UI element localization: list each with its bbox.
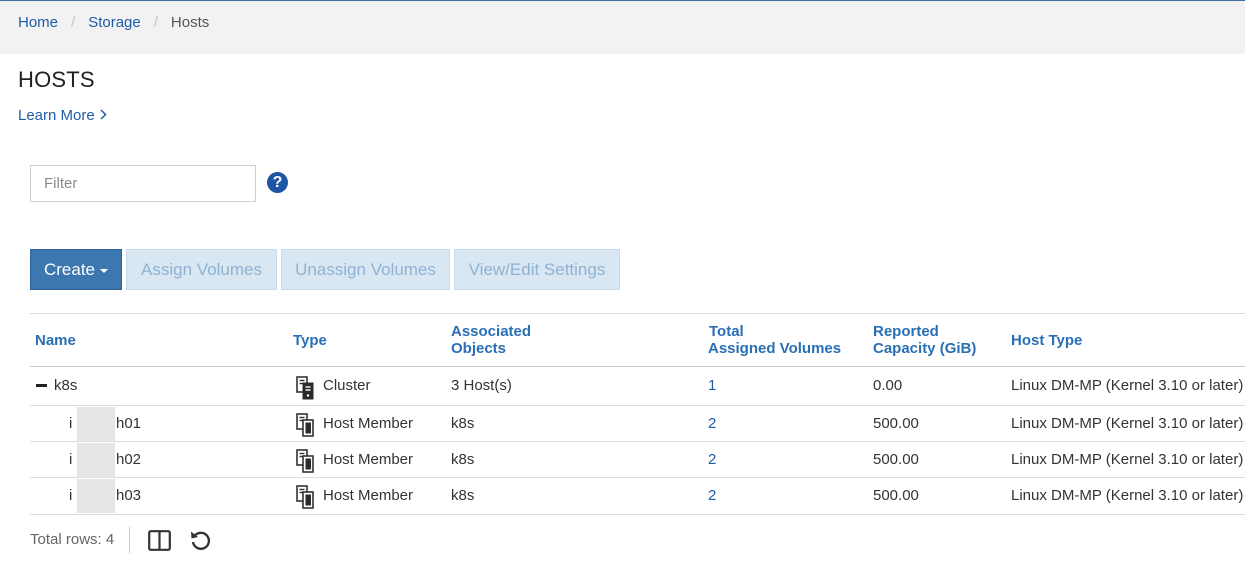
row-divider: [30, 405, 1245, 406]
filter-input[interactable]: [30, 165, 256, 202]
row-type: Host Member: [323, 487, 414, 504]
breadcrumb-bar: Home / Storage / Hosts: [0, 1, 1245, 54]
row-name-suffix: h02: [116, 451, 142, 468]
footer-separator: [129, 527, 130, 553]
row-divider: [30, 441, 1245, 442]
row-capacity: 500.00: [873, 487, 919, 504]
row-divider: [30, 477, 1245, 478]
create-button[interactable]: Create: [30, 249, 122, 290]
breadcrumb-separator: /: [153, 14, 158, 31]
refresh-icon[interactable]: [189, 529, 212, 556]
learn-more-link[interactable]: Learn More: [18, 107, 107, 124]
table-header-border: [30, 366, 1245, 367]
column-header-type[interactable]: Type: [293, 332, 327, 349]
row-associated: k8s: [451, 487, 475, 504]
column-header-associated-objects[interactable]: Associated Objects: [451, 323, 531, 357]
row-capacity: 0.00: [873, 377, 903, 394]
row-volumes-link[interactable]: 1: [708, 377, 716, 394]
collapse-icon[interactable]: [36, 384, 47, 387]
breadcrumb-storage[interactable]: Storage: [88, 14, 141, 31]
redacted-block: [77, 443, 115, 477]
row-name: k8s: [54, 377, 78, 394]
row-associated: 3 Host(s): [451, 377, 512, 394]
row-type: Cluster: [323, 377, 371, 394]
redacted-block: [77, 479, 115, 513]
column-header-name[interactable]: Name: [35, 332, 76, 349]
column-header-total-assigned-volumes[interactable]: Total Assigned Volumes: [708, 323, 841, 357]
host-member-icon: [296, 485, 318, 509]
row-divider: [30, 514, 1245, 515]
row-volumes-link[interactable]: 2: [708, 451, 716, 468]
header-line: Reported: [873, 323, 939, 340]
redacted-block: [77, 407, 115, 441]
host-member-icon: [296, 413, 318, 437]
row-host-type: Linux DM-MP (Kernel 3.10 or later): [1011, 415, 1244, 432]
row-name-prefix: i: [69, 451, 73, 468]
header-line: Assigned Volumes: [708, 340, 842, 357]
row-host-type: Linux DM-MP (Kernel 3.10 or later): [1011, 377, 1244, 394]
row-associated: k8s: [451, 451, 475, 468]
row-volumes-link[interactable]: 2: [708, 415, 716, 432]
learn-more-label: Learn More: [18, 107, 95, 124]
header-line: Objects: [451, 340, 507, 357]
unassign-volumes-button[interactable]: Unassign Volumes: [281, 249, 450, 290]
breadcrumb-home[interactable]: Home: [18, 14, 58, 31]
header-line: Total: [709, 323, 744, 340]
row-host-type: Linux DM-MP (Kernel 3.10 or later): [1011, 487, 1244, 504]
assign-volumes-button[interactable]: Assign Volumes: [126, 249, 277, 290]
question-circle-icon[interactable]: ?: [267, 172, 288, 193]
total-rows-label: Total rows: 4: [30, 531, 115, 548]
breadcrumb: Home / Storage / Hosts: [18, 14, 209, 31]
row-associated: k8s: [451, 415, 475, 432]
caret-down-icon: [100, 268, 109, 273]
header-line: Associated: [451, 323, 532, 340]
row-name-prefix: i: [69, 415, 73, 432]
row-capacity: 500.00: [873, 451, 919, 468]
create-button-label: Create: [43, 259, 96, 279]
row-type: Host Member: [323, 451, 414, 468]
chevron-right-icon: [100, 108, 107, 123]
columns-icon[interactable]: [148, 530, 171, 555]
row-capacity: 500.00: [873, 415, 919, 432]
column-header-reported-capacity[interactable]: Reported Capacity (GiB): [873, 323, 976, 357]
header-line: Capacity (GiB): [873, 340, 977, 357]
row-type: Host Member: [323, 415, 414, 432]
row-name-suffix: h01: [116, 415, 142, 432]
page-title: HOSTS: [18, 67, 95, 92]
row-host-type: Linux DM-MP (Kernel 3.10 or later): [1011, 451, 1244, 468]
breadcrumb-separator: /: [71, 14, 76, 31]
row-name-suffix: h03: [116, 487, 142, 504]
breadcrumb-hosts: Hosts: [170, 14, 210, 31]
table-top-border: [30, 313, 1245, 314]
view-edit-settings-button[interactable]: View/Edit Settings: [454, 249, 620, 290]
host-member-icon: [296, 449, 318, 473]
row-volumes-link[interactable]: 2: [708, 487, 716, 504]
column-header-host-type[interactable]: Host Type: [1011, 332, 1082, 349]
row-name-prefix: i: [69, 487, 73, 504]
cluster-icon: [296, 376, 318, 400]
